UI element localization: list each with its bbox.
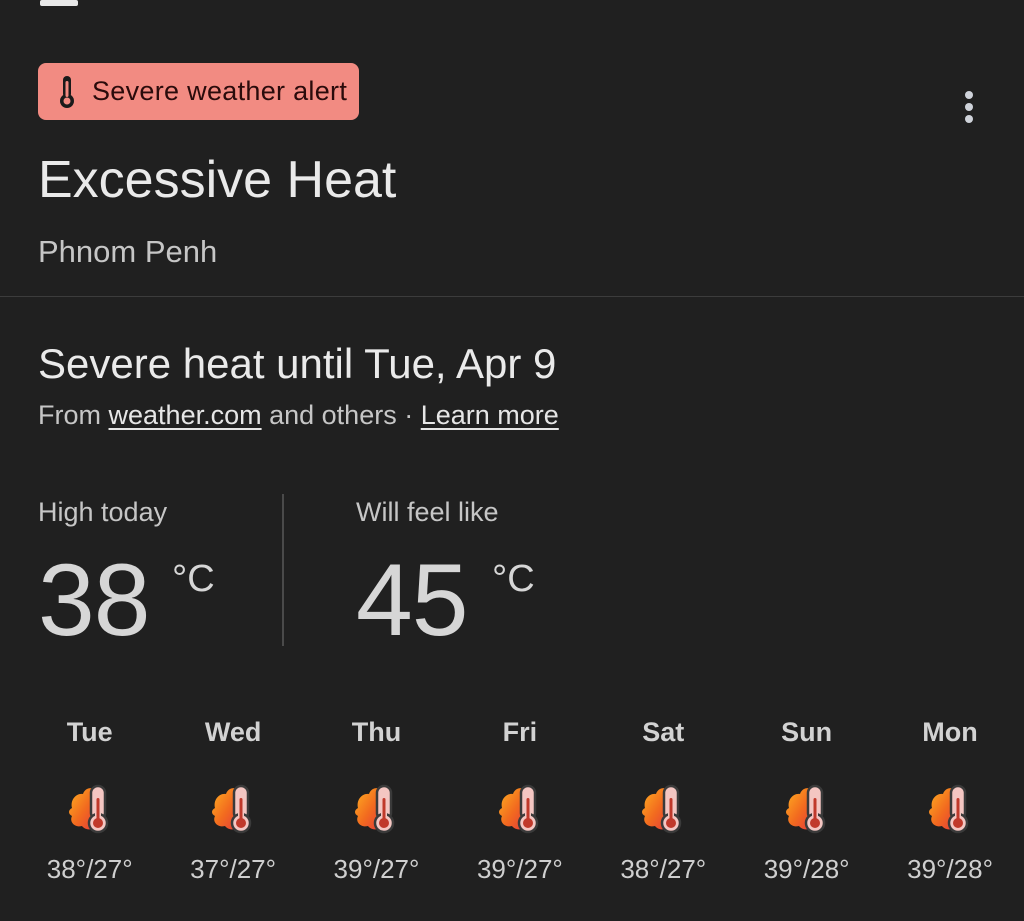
heat-thermometer-icon [783, 782, 831, 834]
forecast-day-name: Fri [502, 717, 538, 747]
high-today-unit: °C [172, 558, 215, 600]
source-attribution: From weather.com and others · Learn more [38, 400, 559, 431]
alert-headline: Severe heat until Tue, Apr 9 [38, 340, 557, 387]
forecast-day-name: Tue [66, 717, 113, 747]
forecast-temps: 37°/27° [190, 854, 277, 884]
forecast-temps: 39°/28° [763, 854, 850, 884]
forecast-day-name: Sat [642, 717, 685, 747]
heat-thermometer-icon [352, 782, 400, 834]
heat-thermometer-icon [496, 782, 544, 834]
heat-thermometer-icon [209, 782, 257, 834]
forecast-day-name: Thu [351, 717, 402, 747]
alert-title: Excessive Heat [38, 151, 397, 209]
forecast-day: Sat 38°/27° [592, 712, 735, 885]
feels-like-unit: °C [492, 558, 535, 600]
forecast-temps: 39°/28° [907, 854, 993, 884]
feels-like-label: Will feel like [356, 497, 499, 527]
heat-thermometer-icon [66, 782, 114, 834]
location-name: Phnom Penh [38, 234, 218, 269]
thermometer-icon [60, 75, 74, 108]
forecast-day: Sun 39°/28° [735, 712, 878, 885]
daily-forecast: Tue 38°/27° Wed 37°/27° Thu 39°/27° Fri … [18, 712, 1022, 885]
alert-label: Severe weather alert [92, 76, 348, 106]
forecast-day: Mon 39°/28° [878, 712, 1021, 885]
section-divider [0, 296, 1024, 297]
forecast-day-name: Sun [781, 717, 833, 747]
severe-weather-alert-chip: Severe weather alert [38, 63, 360, 120]
source-prefix: From [38, 400, 101, 430]
forecast-day: Wed 37°/27° [161, 712, 304, 885]
source-link[interactable]: weather.com [109, 400, 262, 430]
forecast-day: Thu 39°/27° [305, 712, 448, 885]
high-today-label: High today [38, 497, 168, 527]
forecast-day: Fri 39°/27° [448, 712, 591, 885]
source-middle: and others · [269, 400, 414, 430]
more-options-button[interactable] [950, 88, 988, 126]
forecast-temps: 39°/27° [476, 854, 563, 884]
forecast-day: Tue 38°/27° [18, 712, 161, 885]
learn-more-link[interactable]: Learn more [421, 400, 559, 430]
feels-like-value: 45 [356, 543, 468, 657]
high-today-value: 38 [38, 543, 150, 657]
heat-thermometer-icon [639, 782, 687, 834]
forecast-temps: 38°/27° [620, 854, 707, 884]
more-vertical-icon [965, 91, 973, 99]
forecast-day-name: Wed [204, 717, 262, 747]
drag-handle[interactable] [40, 0, 78, 6]
forecast-temps: 39°/27° [333, 854, 420, 884]
stat-divider [282, 494, 284, 646]
heat-thermometer-icon [926, 782, 974, 834]
forecast-day-name: Mon [922, 717, 978, 747]
forecast-temps: 38°/27° [46, 854, 133, 884]
